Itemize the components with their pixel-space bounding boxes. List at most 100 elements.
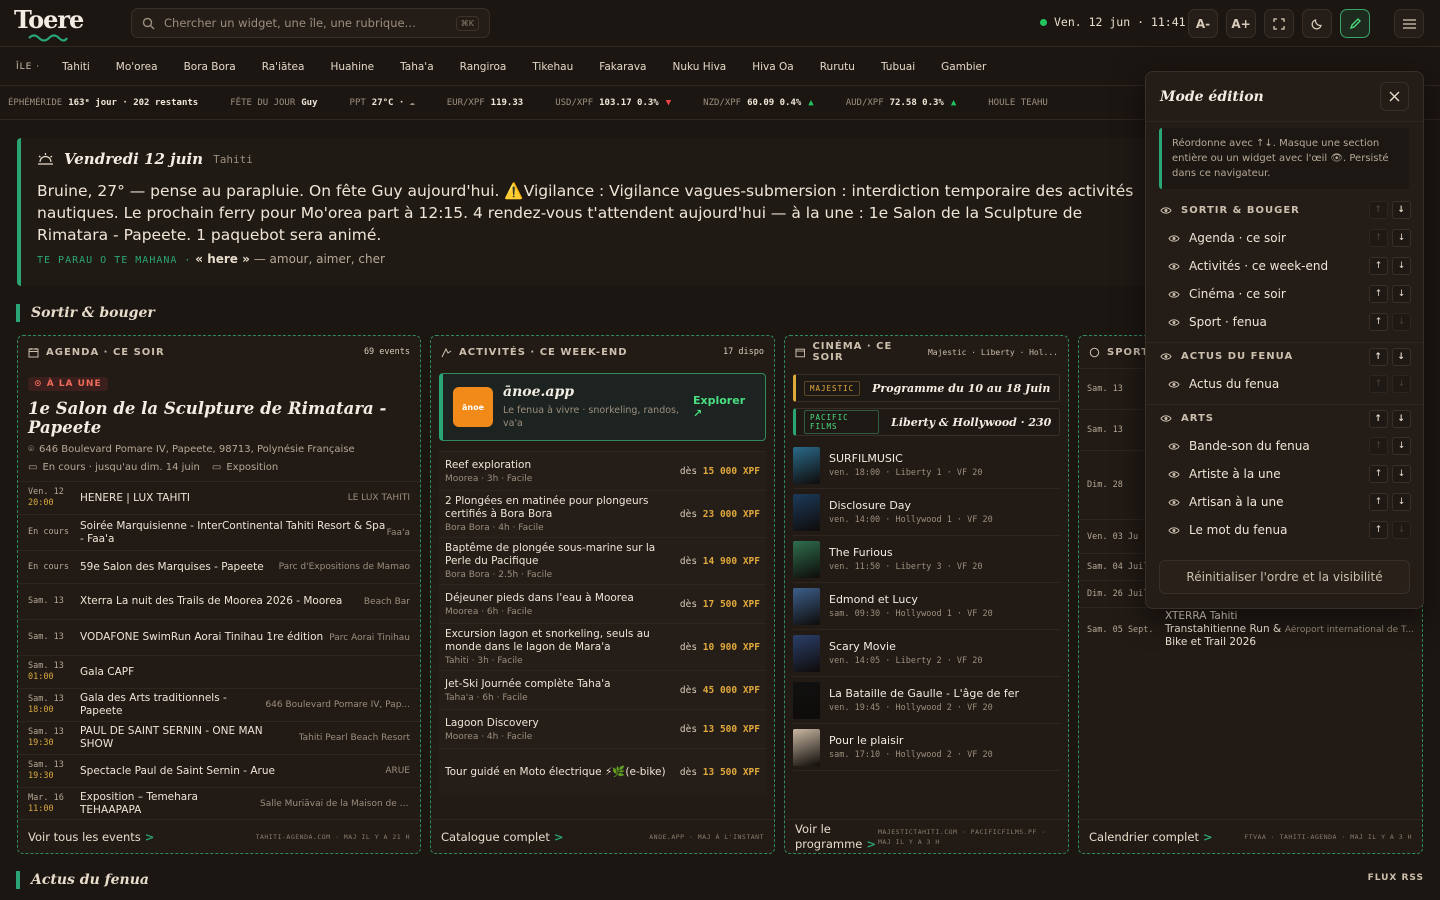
agenda-row[interactable]: En cours 59e Salon des Marquises - Papeet… bbox=[18, 550, 420, 583]
edit-widget-item[interactable]: Activités · ce week-end ↑ ↓ bbox=[1146, 252, 1423, 280]
reset-order-button[interactable]: Réinitialiser l'ordre et la visibilité bbox=[1159, 560, 1410, 594]
island-rurutu[interactable]: Rurutu bbox=[820, 61, 855, 73]
move-down-button[interactable]: ↓ bbox=[1392, 375, 1411, 393]
island-tikehau[interactable]: Tikehau bbox=[532, 61, 573, 73]
move-up-button[interactable]: ↑ bbox=[1369, 229, 1388, 247]
sport-calendar-link[interactable]: Calendrier complet > bbox=[1089, 830, 1213, 844]
movie-row[interactable]: Pour le plaisir sam. 17:10 · Hollywood 2 … bbox=[793, 724, 1060, 771]
sport-row[interactable]: Sam. 05 Sept. XTERRA Tahiti Transtahitien… bbox=[1079, 607, 1422, 651]
edit-group[interactable]: ARTS ↑ ↓ bbox=[1146, 404, 1423, 432]
activity-row[interactable]: Lagoon Discovery Moorea · 4h · Facile dès … bbox=[439, 709, 766, 748]
activity-row[interactable]: Tour guidé en Moto électrique ⚡🌿(e-bike)… bbox=[439, 748, 766, 795]
movie-row[interactable]: Edmond et Lucy sam. 09:30 · Hollywood 1 ·… bbox=[793, 583, 1060, 630]
island-nuku-hiva[interactable]: Nuku Hiva bbox=[673, 61, 727, 73]
toere-logo[interactable]: Toere bbox=[14, 5, 84, 43]
move-down-button[interactable]: ↓ bbox=[1392, 465, 1411, 483]
island-tahaa[interactable]: Taha'a bbox=[400, 61, 434, 73]
move-up-button[interactable]: ↑ bbox=[1369, 285, 1388, 303]
agenda-row[interactable]: En cours Soirée Marquisienne - InterConti… bbox=[18, 514, 420, 550]
move-up-button[interactable]: ↑ bbox=[1369, 201, 1388, 219]
activity-row[interactable]: Reef exploration Moorea · 3h · Facile dès … bbox=[439, 451, 766, 490]
move-down-button[interactable]: ↓ bbox=[1392, 437, 1411, 455]
move-up-button[interactable]: ↑ bbox=[1369, 409, 1388, 428]
agenda-row[interactable]: Mar. 16 11:00 Exposition – Temehara TEHAAP… bbox=[18, 787, 420, 820]
move-down-button[interactable]: ↓ bbox=[1392, 493, 1411, 511]
agenda-row[interactable]: Sam. 13 01:00 Gala CAPF bbox=[18, 655, 420, 688]
move-up-button[interactable]: ↑ bbox=[1369, 257, 1388, 275]
eye-icon[interactable] bbox=[1160, 414, 1172, 423]
island-tahiti[interactable]: Tahiti bbox=[62, 61, 90, 73]
move-up-button[interactable]: ↑ bbox=[1369, 347, 1388, 366]
eye-icon[interactable] bbox=[1168, 526, 1180, 535]
edit-widget-item[interactable]: Artisan à la une ↑ ↓ bbox=[1146, 488, 1423, 516]
dark-mode-button[interactable] bbox=[1302, 9, 1332, 38]
font-decrease-button[interactable]: A- bbox=[1188, 9, 1218, 38]
edit-group[interactable]: SORTIR & BOUGER ↑ ↓ bbox=[1146, 196, 1423, 224]
move-down-button[interactable]: ↓ bbox=[1392, 201, 1411, 219]
movie-row[interactable]: Disclosure Day ven. 14:00 · Hollywood 1 ·… bbox=[793, 489, 1060, 536]
edit-mode-button[interactable] bbox=[1340, 9, 1370, 38]
rss-feed-link[interactable]: FLUX RSS bbox=[1368, 873, 1424, 883]
anoe-explore-link[interactable]: Explorer ↗ bbox=[693, 394, 755, 420]
edit-widget-item[interactable]: Actus du fenua ↑ ↓ bbox=[1146, 370, 1423, 398]
eye-icon[interactable] bbox=[1168, 290, 1180, 299]
agenda-row[interactable]: Sam. 13 Xterra La nuit des Trails de Moor… bbox=[18, 583, 420, 619]
movie-row[interactable]: La Bataille de Gaulle - L'âge de fer ven.… bbox=[793, 677, 1060, 724]
move-up-button[interactable]: ↑ bbox=[1369, 313, 1388, 331]
island-fakarava[interactable]: Fakarava bbox=[599, 61, 646, 73]
activity-row[interactable]: Baptême de plongée sous-marine sur la Pe… bbox=[439, 537, 766, 584]
island-moorea[interactable]: Mo'orea bbox=[116, 61, 158, 73]
eye-icon[interactable] bbox=[1168, 234, 1180, 243]
pacific-films-program[interactable]: PACIFIC FILMS Liberty & Hollywood · 230 s… bbox=[793, 408, 1060, 436]
move-down-button[interactable]: ↓ bbox=[1392, 285, 1411, 303]
agenda-row[interactable]: Sam. 13 18:00 Gala des Arts traditionnels … bbox=[18, 688, 420, 721]
eye-icon[interactable] bbox=[1168, 498, 1180, 507]
close-button[interactable] bbox=[1380, 82, 1409, 111]
search-input[interactable]: Chercher un widget, une île, une rubriqu… bbox=[131, 8, 490, 38]
agenda-row[interactable]: Ven. 12 20:00 HENERE | LUX TAHITI LE LUX TA… bbox=[18, 481, 420, 514]
move-up-button[interactable]: ↑ bbox=[1369, 437, 1388, 455]
edit-widget-item[interactable]: Artiste à la une ↑ ↓ bbox=[1146, 460, 1423, 488]
edit-widget-item[interactable]: Le mot du fenua ↑ ↓ bbox=[1146, 516, 1423, 544]
move-down-button[interactable]: ↓ bbox=[1392, 313, 1411, 331]
eye-icon[interactable] bbox=[1168, 380, 1180, 389]
move-up-button[interactable]: ↑ bbox=[1369, 493, 1388, 511]
island-raiatea[interactable]: Ra'iātea bbox=[262, 61, 305, 73]
agenda-row[interactable]: Sam. 13 19:30 PAUL DE SAINT SERNIN - ONE M… bbox=[18, 721, 420, 754]
catalogue-link[interactable]: Catalogue complet > bbox=[441, 830, 563, 844]
fullscreen-button[interactable] bbox=[1264, 9, 1294, 38]
eye-icon[interactable] bbox=[1160, 352, 1172, 361]
move-down-button[interactable]: ↓ bbox=[1392, 409, 1411, 428]
move-down-button[interactable]: ↓ bbox=[1392, 521, 1411, 539]
move-up-button[interactable]: ↑ bbox=[1369, 521, 1388, 539]
move-down-button[interactable]: ↓ bbox=[1392, 347, 1411, 366]
eye-icon[interactable] bbox=[1168, 318, 1180, 327]
movie-row[interactable]: The Furious ven. 11:50 · Liberty 3 · VF 2… bbox=[793, 536, 1060, 583]
eye-icon[interactable] bbox=[1168, 470, 1180, 479]
agenda-see-all-link[interactable]: Voir tous les events > bbox=[28, 830, 154, 844]
island-bora-bora[interactable]: Bora Bora bbox=[184, 61, 236, 73]
island-gambier[interactable]: Gambier bbox=[941, 61, 986, 73]
featured-event[interactable]: ⊙ À LA UNE 1e Salon de la Sculpture de R… bbox=[28, 376, 410, 473]
move-up-button[interactable]: ↑ bbox=[1369, 465, 1388, 483]
majestic-program[interactable]: MAJESTIC Programme du 10 au 18 Juin bbox=[793, 374, 1060, 402]
movie-row[interactable]: Scary Movie ven. 14:05 · Liberty 2 · VF 2… bbox=[793, 630, 1060, 677]
activity-row[interactable]: Déjeuner pieds dans l'eau à Moorea Moorea… bbox=[439, 584, 766, 623]
movie-row[interactable]: SURFILMUSIC ven. 18:00 · Liberty 1 · VF 2… bbox=[793, 442, 1060, 489]
island-tubuai[interactable]: Tubuai bbox=[881, 61, 915, 73]
eye-icon[interactable] bbox=[1168, 442, 1180, 451]
edit-widget-item[interactable]: Sport · fenua ↑ ↓ bbox=[1146, 308, 1423, 336]
move-down-button[interactable]: ↓ bbox=[1392, 257, 1411, 275]
activity-row[interactable]: Excursion lagon et snorkeling, seuls au … bbox=[439, 623, 766, 670]
agenda-row[interactable]: Sam. 13 VODAFONE SwimRun Aorai Tinihau 1r… bbox=[18, 619, 420, 655]
anoe-promo[interactable]: ānoe ānoe.app Le fenua à vivre · snorkel… bbox=[439, 373, 766, 441]
island-huahine[interactable]: Huahine bbox=[330, 61, 374, 73]
cinema-program-link[interactable]: Voir le programme > bbox=[795, 822, 876, 852]
move-up-button[interactable]: ↑ bbox=[1369, 375, 1388, 393]
edit-widget-item[interactable]: Cinéma · ce soir ↑ ↓ bbox=[1146, 280, 1423, 308]
eye-icon[interactable] bbox=[1168, 262, 1180, 271]
edit-group[interactable]: ACTUS DU FENUA ↑ ↓ bbox=[1146, 342, 1423, 370]
edit-widget-item[interactable]: Bande-son du fenua ↑ ↓ bbox=[1146, 432, 1423, 460]
island-hiva-oa[interactable]: Hiva Oa bbox=[752, 61, 794, 73]
agenda-row[interactable]: Sam. 13 19:30 Spectacle Paul de Saint Sern… bbox=[18, 754, 420, 787]
